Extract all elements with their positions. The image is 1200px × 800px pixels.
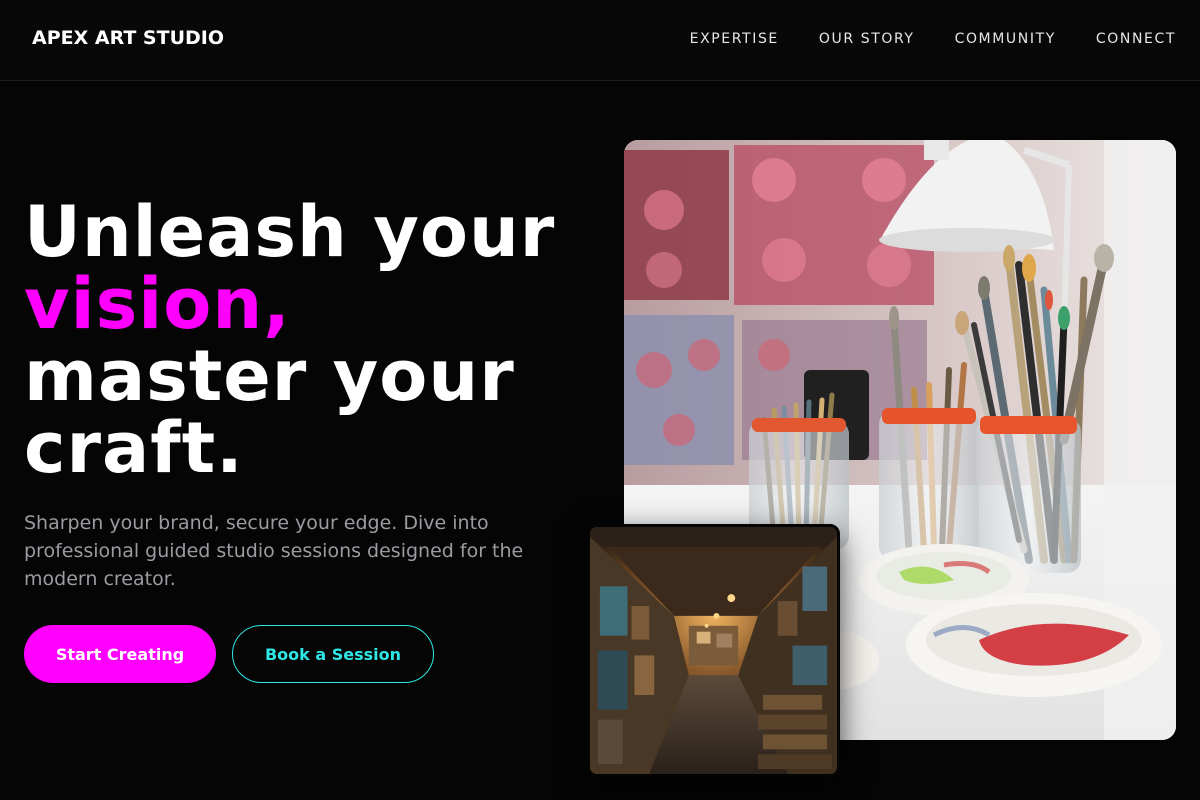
book-session-button[interactable]: Book a Session (232, 625, 434, 683)
nav-link-our-story[interactable]: OUR STORY (819, 31, 915, 47)
nav-link-community[interactable]: COMMUNITY (955, 31, 1056, 47)
headline-line-4: craft. (24, 407, 244, 489)
main-nav: EXPERTISE OUR STORY COMMUNITY CONNECT (690, 31, 1176, 47)
gallery-corridor-illustration (590, 527, 837, 774)
headline-line-1: Unleash your (24, 191, 556, 273)
brand-logo[interactable]: APEX ART STUDIO (32, 27, 224, 49)
top-navbar: APEX ART STUDIO EXPERTISE OUR STORY COMM… (0, 0, 1200, 81)
start-creating-button[interactable]: Start Creating (24, 625, 216, 683)
gallery-corridor-photo (587, 524, 840, 777)
hero-subtext: Sharpen your brand, secure your edge. Di… (24, 512, 524, 590)
headline-accent-word: vision, (24, 263, 291, 345)
nav-link-expertise[interactable]: EXPERTISE (690, 31, 779, 47)
hero-headline: Unleash your vision, master your craft. (24, 196, 604, 484)
nav-link-connect[interactable]: CONNECT (1096, 31, 1176, 47)
headline-line-3: master your (24, 335, 515, 417)
